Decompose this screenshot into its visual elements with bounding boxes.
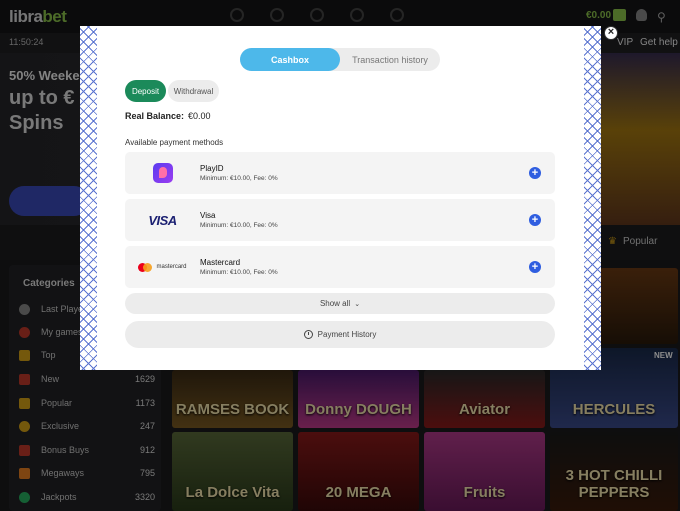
cashbox-modal [80, 26, 601, 370]
playid-logo [125, 152, 200, 194]
payment-method-desc: Minimum: €10.00, Fee: 0% [200, 175, 278, 182]
modal-ornament-right [584, 26, 601, 370]
withdrawal-button[interactable]: Withdrawal [168, 80, 219, 102]
modal-ornament-left [80, 26, 97, 370]
payment-method-name: Mastercard [200, 258, 241, 267]
tab-cashbox[interactable]: Cashbox [240, 48, 340, 71]
history-icon [303, 330, 313, 339]
payment-history-button[interactable]: Payment History [125, 321, 555, 348]
payment-methods-title: Available payment methods [125, 138, 224, 147]
visa-logo: VISA [148, 212, 177, 228]
payment-method-playid[interactable]: PlayID Minimum: €10.00, Fee: 0% + [125, 152, 555, 194]
close-icon[interactable]: × [604, 26, 618, 40]
show-all-button[interactable]: Show all ⌄ [125, 293, 555, 314]
payment-method-desc: Minimum: €10.00, Fee: 0% [200, 222, 278, 229]
add-icon[interactable]: + [529, 214, 541, 226]
chevron-down-icon: ⌄ [354, 300, 361, 308]
payment-method-desc: Minimum: €10.00, Fee: 0% [200, 269, 278, 276]
payment-method-visa[interactable]: VISA Visa Minimum: €10.00, Fee: 0% + [125, 199, 555, 241]
tab-transaction-history[interactable]: Transaction history [340, 48, 440, 71]
payment-method-mastercard[interactable]: mastercard Mastercard Minimum: €10.00, F… [125, 246, 555, 288]
payment-method-name: PlayID [200, 164, 224, 173]
cashbox-tabs: Cashbox Transaction history [240, 48, 440, 71]
deposit-button[interactable]: Deposit [125, 80, 166, 102]
add-icon[interactable]: + [529, 261, 541, 273]
real-balance: Real Balance: €0.00 [125, 111, 211, 121]
add-icon[interactable]: + [529, 167, 541, 179]
payment-method-name: Visa [200, 211, 216, 220]
mastercard-logo: mastercard [125, 246, 200, 288]
